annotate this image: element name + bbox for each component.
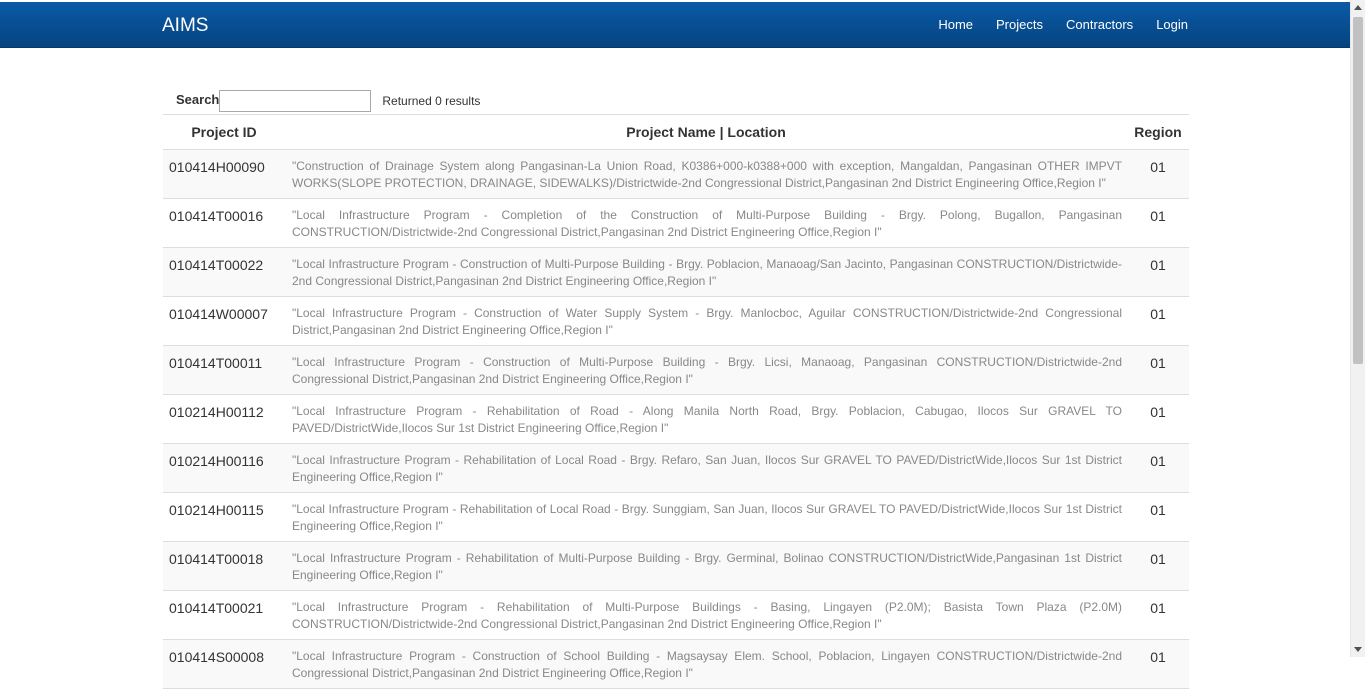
scroll-thumb[interactable] bbox=[1353, 17, 1363, 364]
table-row[interactable]: 010414H00090 "Construction of Drainage Sy… bbox=[163, 149, 1189, 199]
project-id-cell: 010414T00022 bbox=[163, 247, 285, 297]
region-cell: 01 bbox=[1127, 296, 1189, 346]
table-row[interactable]: 010214H00116 "Local Infrastructure Progra… bbox=[163, 443, 1189, 493]
project-name-cell: "Local Infrastructure Program - Rehabili… bbox=[285, 541, 1127, 591]
region-cell: 01 bbox=[1127, 590, 1189, 640]
region-cell: 01 bbox=[1127, 149, 1189, 199]
project-id-cell: 010414S00008 bbox=[163, 639, 285, 689]
project-name-cell: "Local Infrastructure Program - Construc… bbox=[285, 296, 1127, 346]
table-row[interactable]: 010414T00016 "Local Infrastructure Progra… bbox=[163, 198, 1189, 248]
table-row[interactable]: 010214H00112 "Local Infrastructure Progra… bbox=[163, 394, 1189, 444]
search-input[interactable] bbox=[219, 90, 372, 112]
table-body: 010414H00090 "Construction of Drainage Sy… bbox=[163, 149, 1189, 689]
region-cell: 01 bbox=[1127, 247, 1189, 297]
region-cell: 01 bbox=[1127, 541, 1189, 591]
header-region[interactable]: Region bbox=[1127, 114, 1189, 150]
table-row[interactable]: 010414W00007 "Local Infrastructure Progra… bbox=[163, 296, 1189, 346]
project-name-cell: "Local Infrastructure Program - Completi… bbox=[285, 198, 1127, 248]
brand-logo[interactable]: AIMS bbox=[162, 15, 208, 37]
header-project-name-location[interactable]: Project Name | Location bbox=[285, 114, 1127, 150]
project-name-cell: "Local Infrastructure Program - Construc… bbox=[285, 639, 1127, 689]
project-id-cell: 010214H00116 bbox=[163, 443, 285, 493]
region-cell: 01 bbox=[1127, 394, 1189, 444]
project-id-cell: 010414T00021 bbox=[163, 590, 285, 640]
region-cell: 01 bbox=[1127, 198, 1189, 248]
result-count: Returned 0 results bbox=[382, 94, 481, 108]
table-header-row: Project ID Project Name | Location Regio… bbox=[163, 114, 1189, 150]
search-row: Search Returned 0 results bbox=[176, 90, 480, 112]
region-cell: 01 bbox=[1127, 492, 1189, 542]
project-id-cell: 010414W00007 bbox=[163, 296, 285, 346]
table-row[interactable]: 010414T00021 "Local Infrastructure Progra… bbox=[163, 590, 1189, 640]
scroll-down-icon[interactable] bbox=[1354, 647, 1362, 652]
top-navbar: AIMS Home Projects Contractors Login bbox=[0, 2, 1351, 48]
table-row[interactable]: 010414T00018 "Local Infrastructure Progra… bbox=[163, 541, 1189, 591]
region-cell: 01 bbox=[1127, 639, 1189, 689]
project-name-cell: "Construction of Drainage System along P… bbox=[285, 149, 1127, 199]
project-id-cell: 010414H00090 bbox=[163, 149, 285, 199]
table-row[interactable]: 010214H00115 "Local Infrastructure Progra… bbox=[163, 492, 1189, 542]
projects-table: Project ID Project Name | Location Regio… bbox=[163, 114, 1189, 689]
table-row[interactable]: 010414T00011 "Local Infrastructure Progra… bbox=[163, 345, 1189, 395]
nav-contractors[interactable]: Contractors bbox=[1066, 17, 1133, 32]
table-row[interactable]: 010414S00008 "Local Infrastructure Progra… bbox=[163, 639, 1189, 689]
project-id-cell: 010214H00112 bbox=[163, 394, 285, 444]
project-id-cell: 010414T00011 bbox=[163, 345, 285, 395]
nav-projects[interactable]: Projects bbox=[996, 17, 1043, 32]
scroll-up-icon[interactable] bbox=[1354, 5, 1362, 10]
region-cell: 01 bbox=[1127, 345, 1189, 395]
search-label: Search bbox=[176, 91, 220, 107]
vertical-scrollbar[interactable] bbox=[1350, 0, 1365, 657]
region-cell: 01 bbox=[1127, 443, 1189, 493]
table-row[interactable]: 010414T00022 "Local Infrastructure Progra… bbox=[163, 247, 1189, 297]
project-name-cell: "Local Infrastructure Program - Rehabili… bbox=[285, 590, 1127, 640]
project-name-cell: "Local Infrastructure Program - Rehabili… bbox=[285, 443, 1127, 493]
nav-login[interactable]: Login bbox=[1156, 17, 1188, 32]
header-project-id[interactable]: Project ID bbox=[163, 114, 285, 150]
nav-links: Home Projects Contractors Login bbox=[938, 17, 1188, 32]
project-name-cell: "Local Infrastructure Program - Rehabili… bbox=[285, 492, 1127, 542]
nav-home[interactable]: Home bbox=[938, 17, 973, 32]
project-id-cell: 010214H00115 bbox=[163, 492, 285, 542]
project-name-cell: "Local Infrastructure Program - Construc… bbox=[285, 345, 1127, 395]
project-name-cell: "Local Infrastructure Program - Rehabili… bbox=[285, 394, 1127, 444]
project-id-cell: 010414T00018 bbox=[163, 541, 285, 591]
project-id-cell: 010414T00016 bbox=[163, 198, 285, 248]
project-name-cell: "Local Infrastructure Program - Construc… bbox=[285, 247, 1127, 297]
